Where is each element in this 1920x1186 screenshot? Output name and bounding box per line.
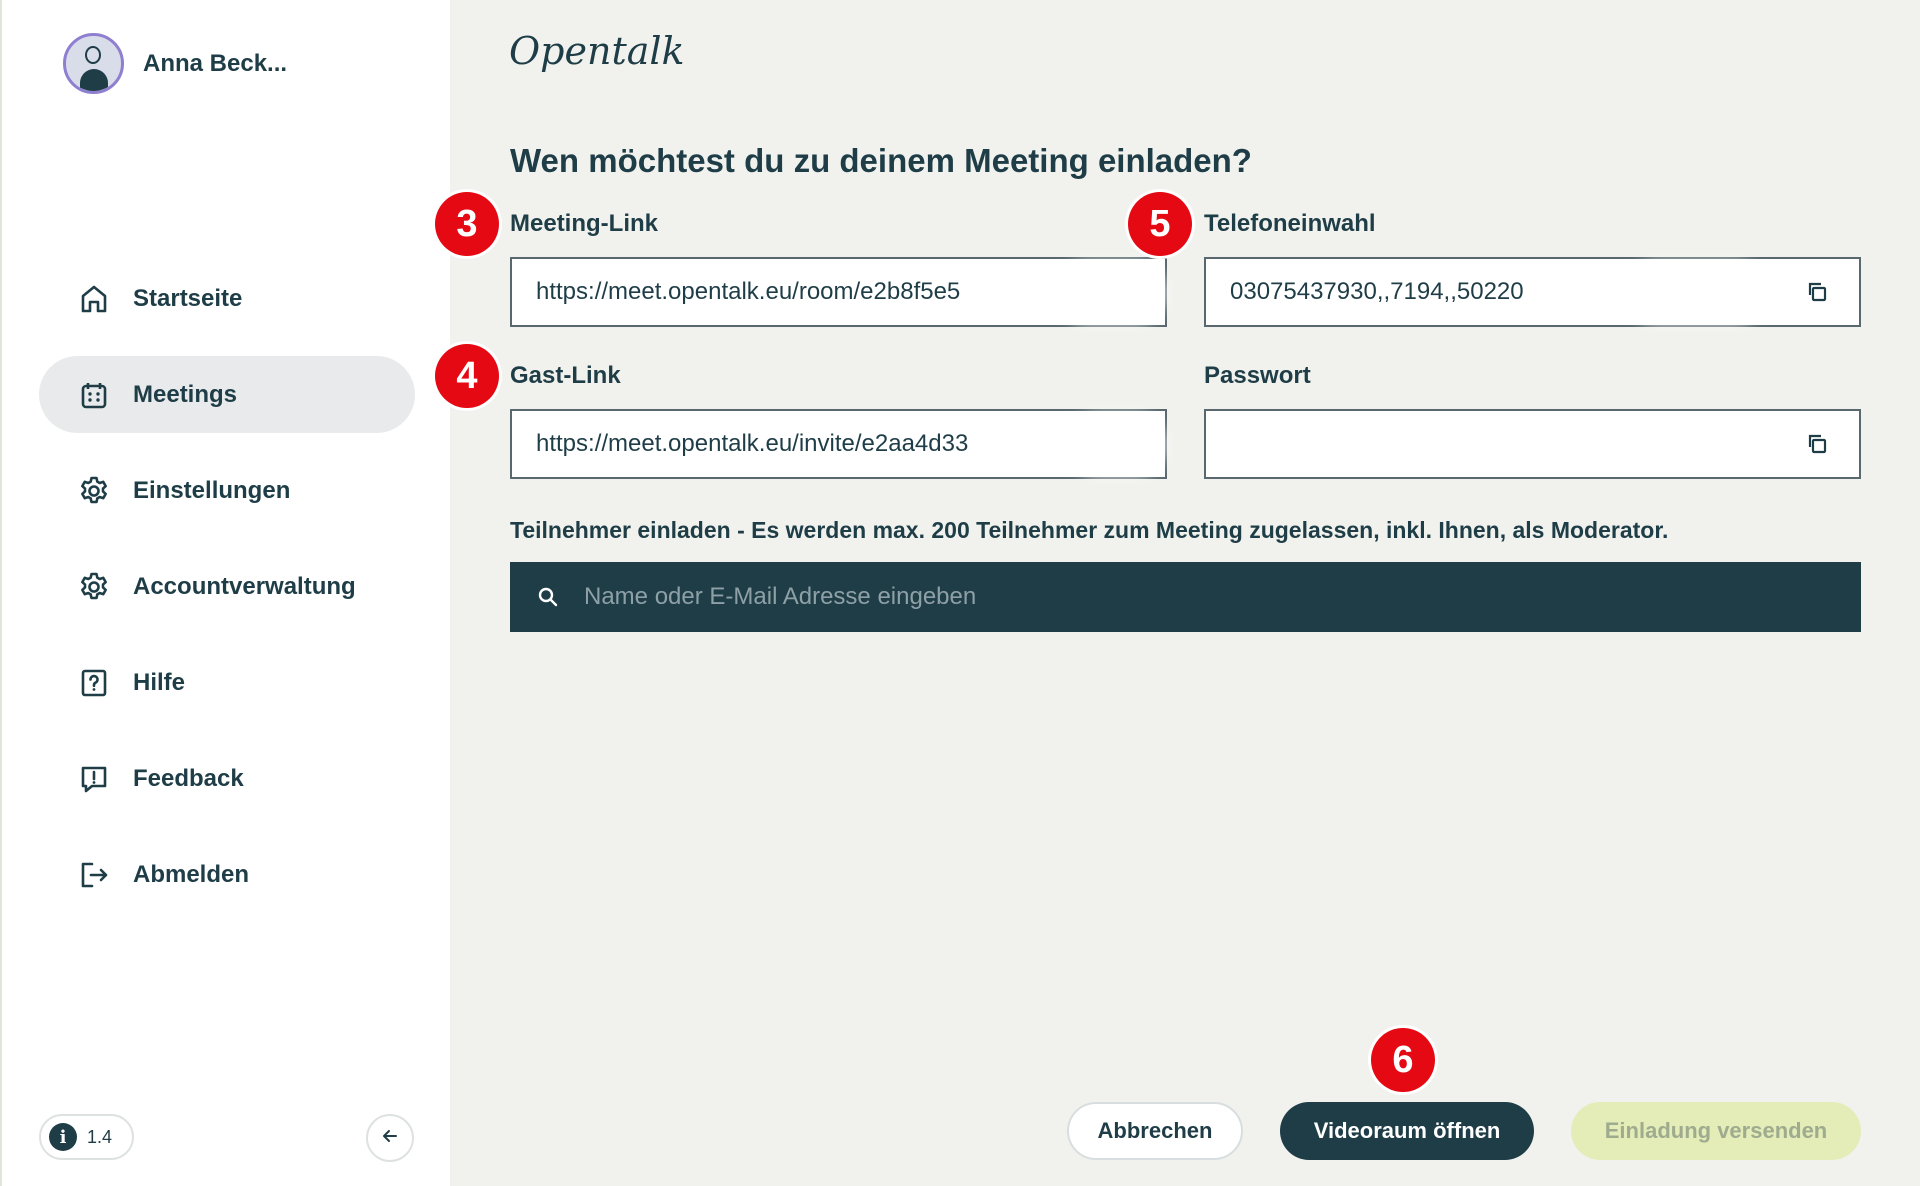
phone-dialin-label: Telefoneinwahl: [1204, 210, 1376, 237]
logout-icon: [77, 858, 111, 892]
sidebar-item-label: Feedback: [133, 764, 244, 792]
meeting-link-label: Meeting-Link: [510, 210, 658, 237]
redaction-blur: [1067, 271, 1157, 315]
sidebar: Anna Beck... Startseite Meetings Einstel…: [0, 0, 450, 1186]
sidebar-item-label: Accountverwaltung: [133, 572, 356, 600]
participant-search[interactable]: [510, 562, 1861, 632]
help-icon: [77, 666, 111, 700]
send-invitation-button[interactable]: Einladung versenden: [1571, 1102, 1861, 1160]
cancel-button[interactable]: Abbrechen: [1067, 1102, 1243, 1160]
phone-dialin-field[interactable]: 03075437930,,7194,,50220: [1204, 257, 1861, 327]
copy-icon: [1808, 434, 1827, 454]
annotation-badge-6: 6: [1371, 1028, 1435, 1092]
svg-text:Opentalk: Opentalk: [509, 30, 685, 73]
feedback-icon: [77, 762, 111, 796]
sidebar-nav: Startseite Meetings Einstellungen Accoun…: [39, 260, 415, 932]
meeting-link-value: https://meet.opentalk.eu/room/e2b8f5e5: [536, 278, 961, 305]
sidebar-item-label: Meetings: [133, 380, 238, 408]
gear-icon: [77, 570, 111, 604]
main-content: Opentalk Wen möchtest du zu deinem Meeti…: [435, 0, 1920, 1186]
opentalk-logo: Opentalk: [509, 29, 699, 81]
sidebar-item-startseite[interactable]: Startseite: [39, 260, 415, 337]
redaction-blur: [1077, 423, 1157, 467]
collapse-sidebar-button[interactable]: [366, 1114, 414, 1162]
copy-password-button[interactable]: [1797, 424, 1837, 464]
sidebar-item-abmelden[interactable]: Abmelden: [39, 836, 415, 913]
calendar-icon: [77, 378, 111, 412]
arrow-left-icon: [380, 1126, 400, 1151]
home-icon: [77, 282, 111, 316]
user-name: Anna Beck...: [143, 49, 288, 77]
page-title: Wen möchtest du zu deinem Meeting einlad…: [510, 142, 1252, 179]
annotation-badge-4: 4: [435, 344, 499, 408]
sidebar-item-label: Einstellungen: [133, 476, 291, 504]
meeting-link-field[interactable]: https://meet.opentalk.eu/room/e2b8f5e5: [510, 257, 1167, 327]
info-icon: i: [49, 1123, 77, 1151]
avatar: [63, 33, 124, 94]
copy-icon: [1808, 282, 1827, 302]
invite-participants-text: Teilnehmer einladen - Es werden max. 200…: [510, 517, 1669, 543]
redaction-blur: [1636, 271, 1756, 315]
sidebar-item-accountverwaltung[interactable]: Accountverwaltung: [39, 548, 415, 625]
password-label: Passwort: [1204, 362, 1311, 389]
version-label: 1.4: [87, 1126, 113, 1147]
search-icon: [534, 583, 562, 611]
guest-link-value: https://meet.opentalk.eu/invite/e2aa4d33: [536, 430, 969, 457]
sidebar-item-meetings[interactable]: Meetings: [39, 356, 415, 433]
open-video-room-button[interactable]: Videoraum öffnen: [1280, 1102, 1534, 1160]
copy-phone-button[interactable]: [1797, 272, 1837, 312]
password-field[interactable]: [1204, 409, 1861, 479]
guest-link-label: Gast-Link: [510, 362, 621, 389]
version-badge[interactable]: i 1.4: [39, 1114, 134, 1160]
gear-icon: [77, 474, 111, 508]
annotation-badge-3: 3: [435, 192, 499, 256]
sidebar-item-einstellungen[interactable]: Einstellungen: [39, 452, 415, 529]
user-profile[interactable]: Anna Beck...: [63, 33, 287, 94]
sidebar-item-label: Hilfe: [133, 668, 186, 696]
annotation-badge-5: 5: [1128, 192, 1192, 256]
sidebar-item-label: Startseite: [133, 284, 243, 312]
guest-link-field[interactable]: https://meet.opentalk.eu/invite/e2aa4d33: [510, 409, 1167, 479]
sidebar-item-label: Abmelden: [133, 860, 250, 888]
participant-search-input[interactable]: [584, 583, 1784, 611]
sidebar-item-hilfe[interactable]: Hilfe: [39, 644, 415, 721]
sidebar-item-feedback[interactable]: Feedback: [39, 740, 415, 817]
